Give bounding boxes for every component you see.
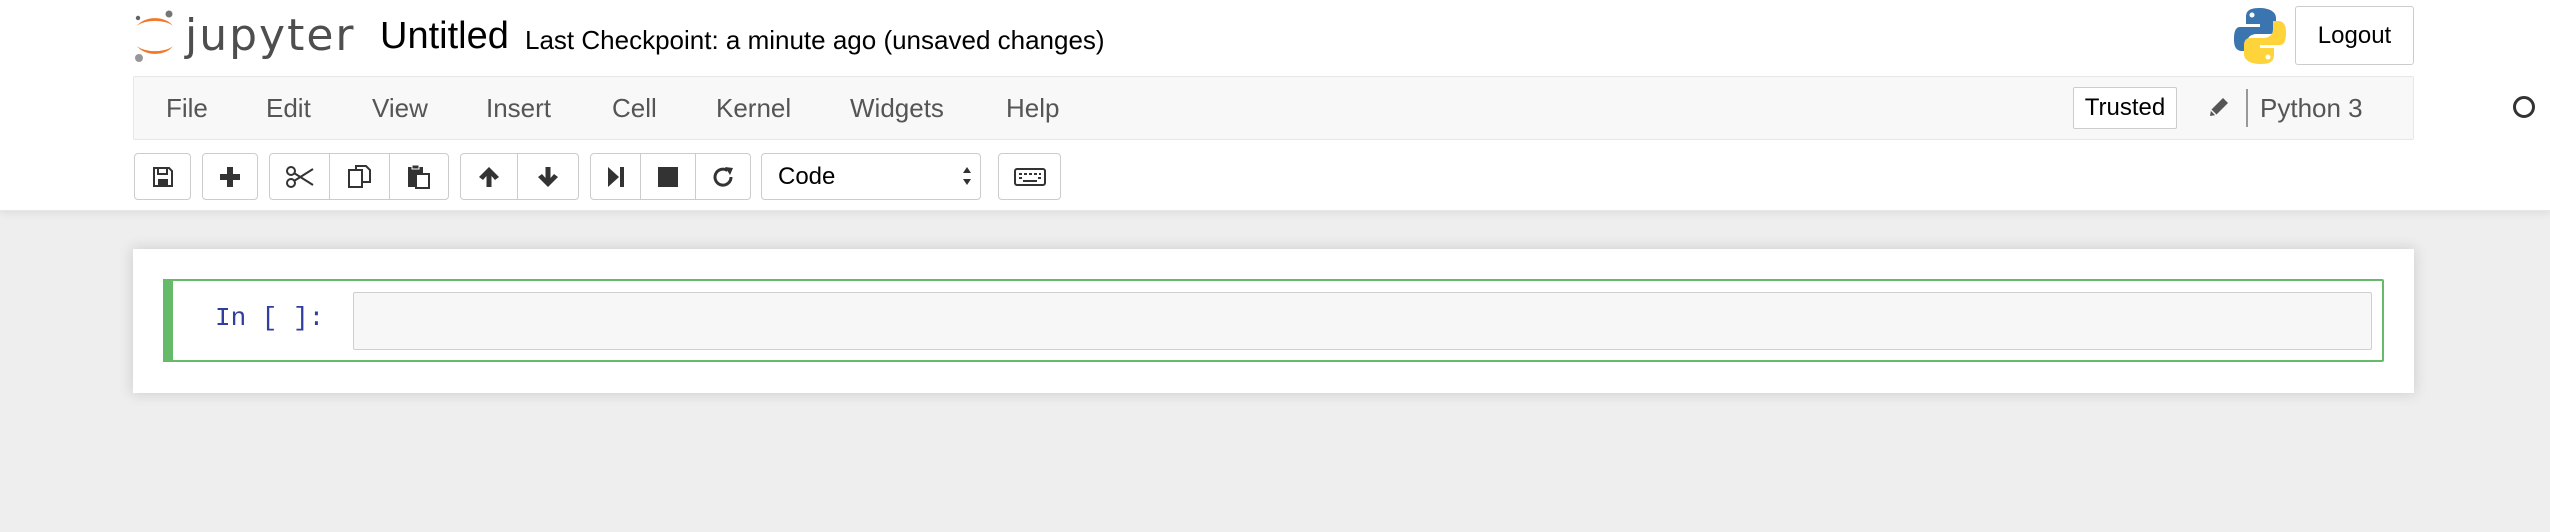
arrow-down-icon [538,166,558,187]
menu-edit[interactable]: Edit [266,77,311,139]
kernel-name[interactable]: Python 3 [2260,77,2363,139]
logo-text: jupyter [185,10,356,61]
pencil-icon[interactable] [2207,95,2231,119]
plus-icon [220,166,240,187]
cell-selection-bar [163,279,173,362]
menu-help[interactable]: Help [1006,77,1059,139]
copy-icon [347,164,371,188]
cut-icon [285,165,314,188]
run-icon [607,166,624,187]
menu-cell[interactable]: Cell [612,77,657,139]
cut-button[interactable] [269,153,330,200]
checkpoint-status: Last Checkpoint: a minute ago (unsaved c… [525,25,1105,55]
save-button[interactable] [134,153,191,200]
keyboard-icon [1013,167,1046,186]
jupyter-logo[interactable]: jupyter [133,6,356,66]
cell-type-value: Code [778,163,836,190]
menu-widgets[interactable]: Widgets [850,77,944,139]
move-down-button[interactable] [517,153,579,200]
copy-button[interactable] [329,153,390,200]
code-input[interactable] [353,292,2372,350]
menubar: File Edit View Insert Cell Kernel Widget… [133,76,2535,140]
code-cell[interactable]: In [ ]: [163,279,2384,362]
jupyter-logo-icon [135,10,173,62]
kernel-separator [2246,89,2248,127]
select-arrows-icon [963,167,971,185]
stop-icon [658,166,678,187]
header: jupyter Untitled Last Checkpoint: a minu… [0,0,2550,211]
arrow-up-icon [479,166,499,187]
notebook-container: In [ ]: [133,249,2414,393]
cell-type-select[interactable]: Code [761,153,981,200]
move-up-button[interactable] [460,153,518,200]
restart-icon [713,166,733,187]
menu-kernel[interactable]: Kernel [716,77,791,139]
run-button[interactable] [590,153,641,200]
python-logo-icon [2234,8,2286,64]
interrupt-button[interactable] [640,153,696,200]
paste-button[interactable] [389,153,449,200]
notebook-title[interactable]: Untitled [380,12,509,60]
logout-button[interactable]: Logout [2295,6,2414,65]
trusted-badge[interactable]: Trusted [2073,87,2177,129]
keyboard-shortcuts-button[interactable] [998,153,1061,200]
kernel-idle-indicator-icon [2513,96,2535,118]
paste-icon [408,164,430,189]
menu-file[interactable]: File [166,77,208,139]
restart-button[interactable] [695,153,751,200]
insert-cell-button[interactable] [202,153,258,200]
input-prompt: In [ ]: [215,303,325,333]
menu-view[interactable]: View [372,77,428,139]
menu-insert[interactable]: Insert [486,77,551,139]
save-icon [152,166,173,187]
